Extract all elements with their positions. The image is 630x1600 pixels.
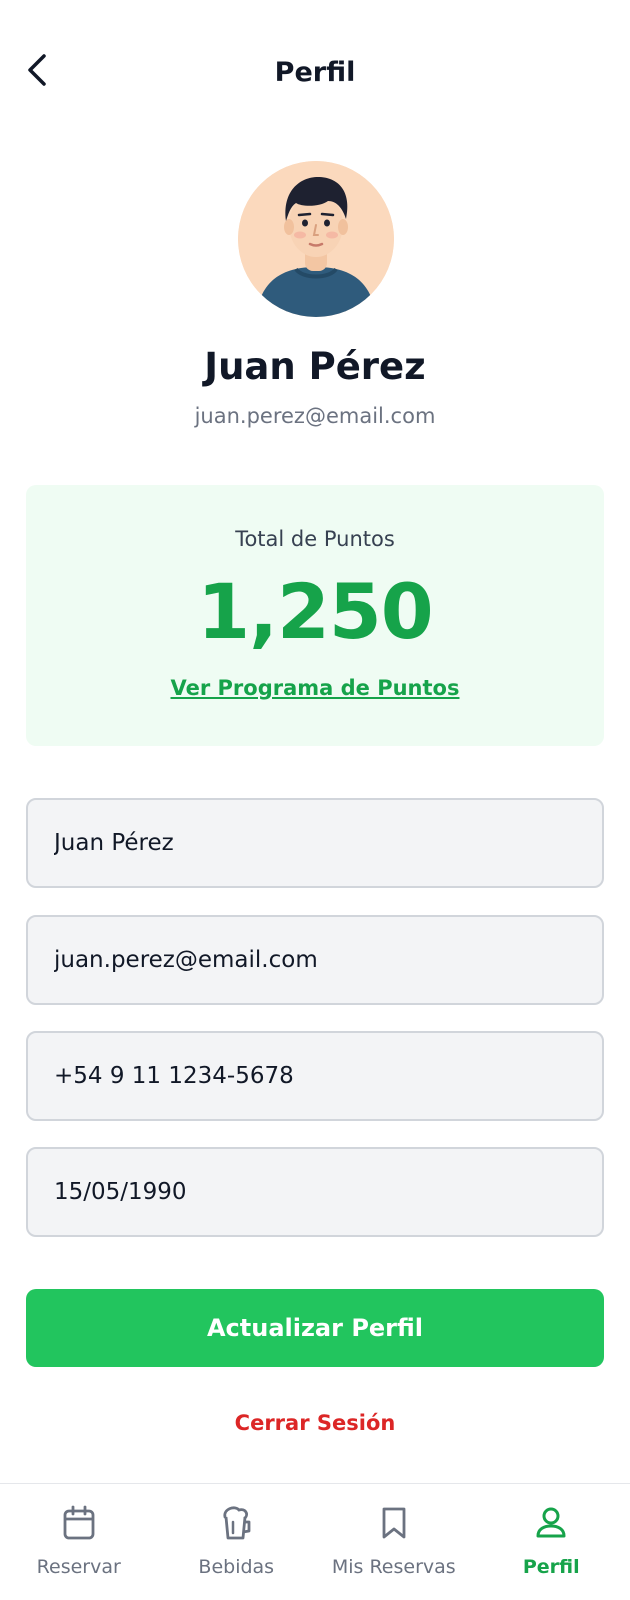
nav-label: Reservar <box>36 1556 121 1578</box>
bookmark-icon <box>375 1504 413 1542</box>
user-name: Juan Pérez <box>204 345 426 388</box>
nav-label: Mis Reservas <box>331 1556 456 1578</box>
drink-icon <box>217 1504 255 1542</box>
points-program-link[interactable]: Ver Programa de Puntos <box>26 676 604 700</box>
nav-item-bebidas[interactable]: Bebidas <box>158 1484 316 1600</box>
user-email: juan.perez@email.com <box>194 404 436 428</box>
nav-item-perfil[interactable]: Perfil <box>473 1484 630 1600</box>
name-field[interactable] <box>26 798 604 888</box>
logout-link[interactable]: Cerrar Sesión <box>0 1411 630 1435</box>
nav-item-mis-reservas[interactable]: Mis Reservas <box>315 1484 473 1600</box>
email-field[interactable] <box>26 915 604 1005</box>
bottom-nav: Reservar Bebidas Mis Reservas Perfil <box>0 1483 630 1600</box>
nav-label: Perfil <box>522 1556 580 1578</box>
user-icon <box>532 1504 570 1542</box>
page-title: Perfil <box>274 57 356 88</box>
profile-screen: Perfil Juan Pérez juan.perez@email.com T… <box>0 0 630 1600</box>
phone-field[interactable] <box>26 1031 604 1121</box>
nav-label: Bebidas <box>198 1556 275 1578</box>
update-profile-button[interactable]: Actualizar Perfil <box>26 1289 604 1367</box>
points-label: Total de Puntos <box>235 527 395 551</box>
header: Perfil <box>0 0 630 150</box>
nav-item-reservar[interactable]: Reservar <box>0 1484 158 1600</box>
points-card: Total de Puntos 1,250 Ver Programa de Pu… <box>26 485 604 746</box>
calendar-icon <box>60 1504 98 1542</box>
points-value: 1,250 <box>197 567 433 656</box>
birthdate-field[interactable] <box>26 1147 604 1237</box>
avatar <box>238 161 394 317</box>
